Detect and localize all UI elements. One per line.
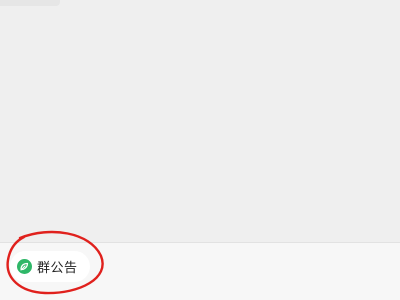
group-announcement-button[interactable]: 群公告 — [10, 251, 90, 282]
top-header-remnant — [0, 0, 60, 6]
chat-message-area — [0, 0, 400, 242]
announcement-icon — [17, 259, 32, 274]
group-announcement-label: 群公告 — [37, 261, 78, 276]
